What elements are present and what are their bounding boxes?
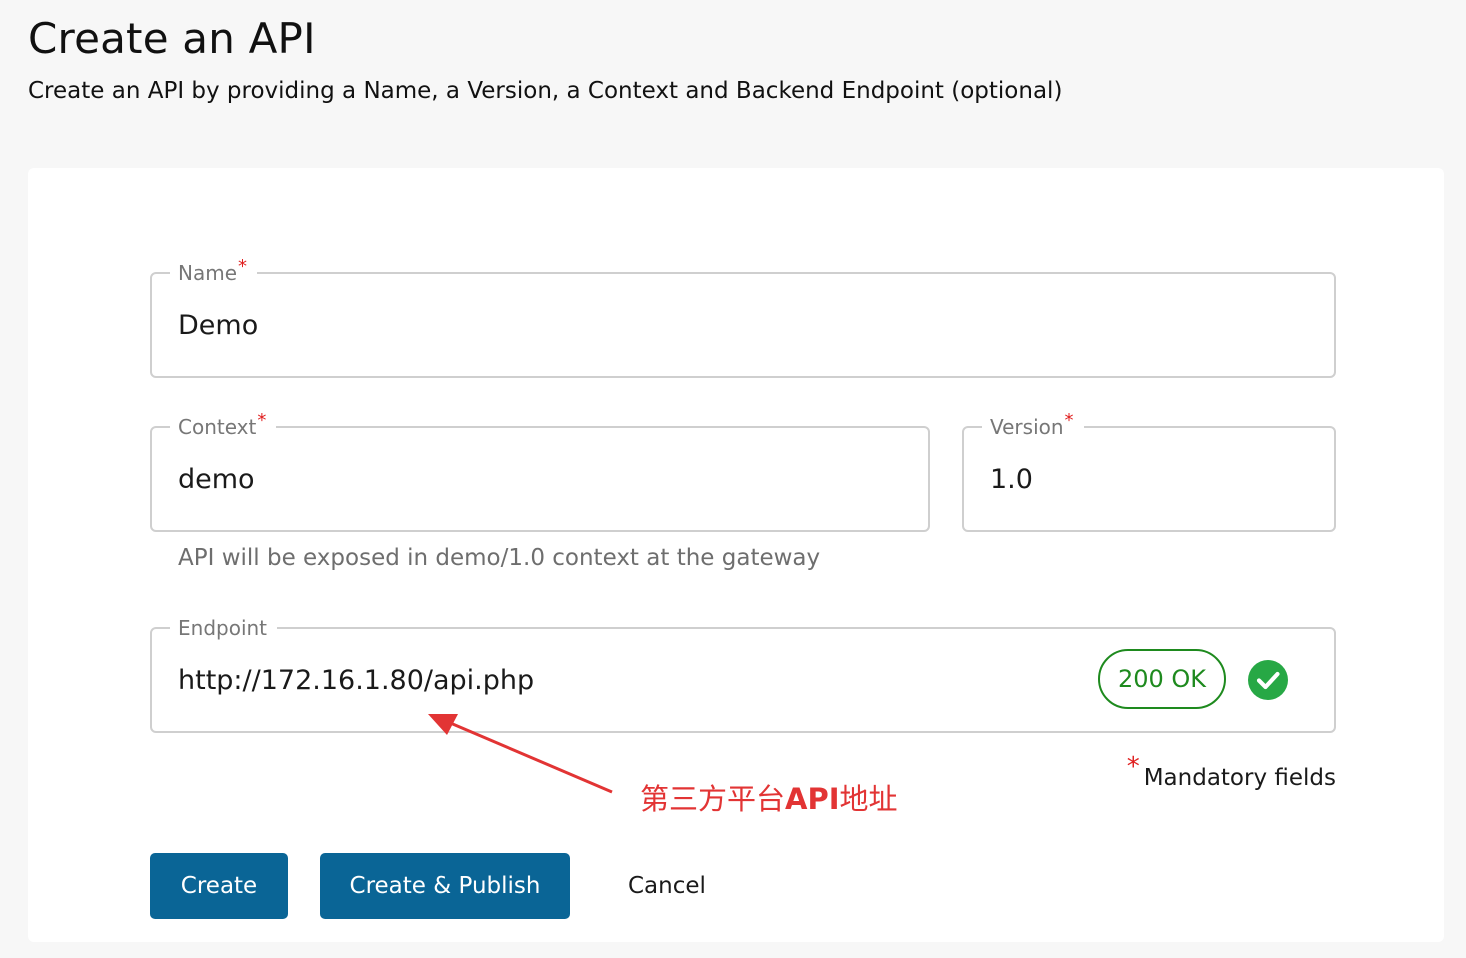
required-mark: *	[1126, 752, 1140, 782]
cancel-button[interactable]: Cancel	[628, 853, 706, 919]
name-input[interactable]: Demo	[178, 274, 258, 376]
context-field[interactable]: Context* demo	[150, 410, 930, 532]
name-field[interactable]: Name* Demo	[150, 256, 1336, 378]
context-helper-text: API will be exposed in demo/1.0 context …	[178, 545, 821, 571]
required-mark: *	[1064, 410, 1074, 431]
page-title: Create an API	[28, 14, 316, 63]
endpoint-field[interactable]: Endpoint http://172.16.1.80/api.php 200 …	[150, 615, 1336, 733]
context-input[interactable]: demo	[178, 428, 255, 530]
check-circle-icon	[1248, 660, 1288, 700]
create-button[interactable]: Create	[150, 853, 288, 919]
version-input[interactable]: 1.0	[990, 428, 1033, 530]
endpoint-status-badge: 200 OK	[1098, 649, 1226, 709]
version-field[interactable]: Version* 1.0	[962, 410, 1336, 532]
annotation-label: 第三方平台API地址	[640, 782, 898, 816]
required-mark: *	[257, 410, 267, 431]
mandatory-fields-note: * Mandatory fields	[1126, 752, 1336, 791]
endpoint-input[interactable]: http://172.16.1.80/api.php	[178, 629, 534, 731]
page-subtitle: Create an API by providing a Name, a Ver…	[28, 78, 1063, 104]
create-publish-button[interactable]: Create & Publish	[320, 853, 570, 919]
